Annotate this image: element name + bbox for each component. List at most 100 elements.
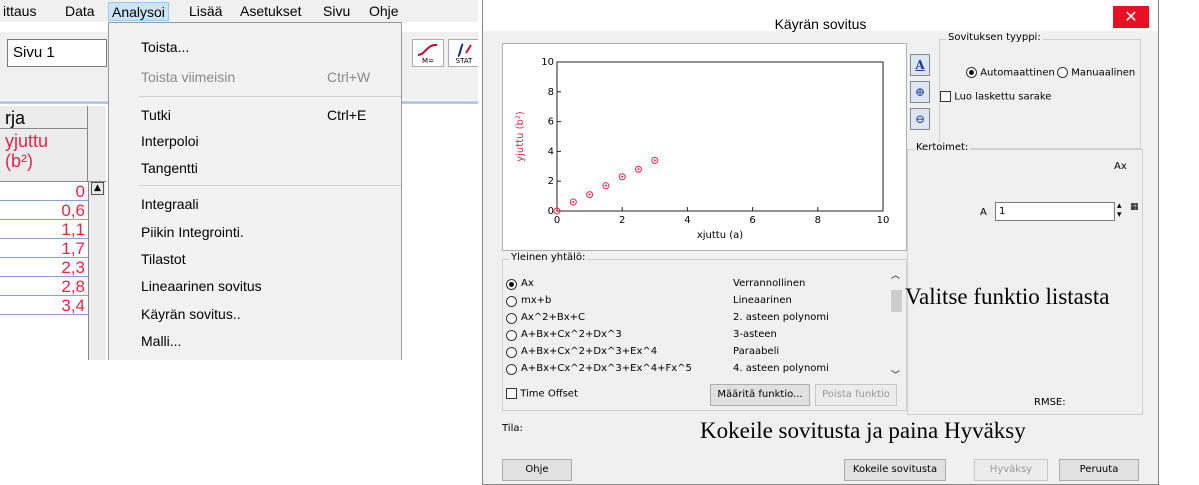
data-point-center xyxy=(653,159,656,162)
fit-type-title: Sovituksen tyyppi: xyxy=(946,32,1043,43)
equation-row[interactable]: mx+b Lineaarinen xyxy=(503,293,888,310)
time-offset-checkbox[interactable]: Time Offset xyxy=(506,388,578,400)
help-button[interactable]: Ohje xyxy=(502,459,572,481)
menu-separator xyxy=(139,96,401,97)
scroll-thumb[interactable] xyxy=(891,290,902,312)
table-cell[interactable]: 3,4 xyxy=(0,296,88,315)
try-fit-button[interactable]: Kokeile sovitusta xyxy=(844,459,946,481)
zoom-out-button[interactable]: ⊖ xyxy=(910,108,930,130)
menu-option-shortcut: Ctrl+W xyxy=(327,69,371,85)
x-tick-label: 8 xyxy=(815,215,821,226)
y-tick-label: 0 xyxy=(548,206,554,217)
zoom-in-button[interactable]: ⊕ xyxy=(910,81,930,103)
zoom-in-icon: ⊕ xyxy=(914,85,926,99)
divider xyxy=(0,128,88,129)
create-column-label: Luo laskettu sarake xyxy=(954,91,1052,103)
menu-option-toista[interactable]: Toista... xyxy=(109,35,401,59)
menu-bar: ittaus Data Analysoi Lisää Asetukset Siv… xyxy=(0,0,478,22)
menu-option-label: Malli... xyxy=(141,333,182,349)
radio-circle-icon xyxy=(506,279,517,290)
y-tick-label: 2 xyxy=(548,176,554,187)
menu-item-sivu[interactable]: Sivu xyxy=(320,2,353,21)
table-cell[interactable]: 2,3 xyxy=(0,258,88,277)
menu-item-asetukset[interactable]: Asetukset xyxy=(237,2,304,21)
table-cell[interactable]: 0,6 xyxy=(0,201,88,220)
page-select[interactable]: Sivu 1 xyxy=(7,39,107,67)
menu-option-tilastot[interactable]: Tilastot xyxy=(109,247,401,271)
table-scrollbar[interactable]: ▲ xyxy=(88,182,106,360)
menu-option-integraali[interactable]: Integraali xyxy=(109,192,401,216)
menu-option-interpoloi[interactable]: Interpoloi xyxy=(109,129,401,153)
menu-option-malli[interactable]: Malli... xyxy=(109,329,401,353)
data-table: rja yjuttu (b²) 0 0,6 1,1 1,7 2,3 2,8 3,… xyxy=(0,106,110,360)
equation-row[interactable]: A+Bx+Cx^2+Dx^3+Ex^4+Fx^5 4. asteen polyn… xyxy=(503,361,888,378)
curve-fit-dialog: Käyrän sovitus ✕ 0 2 4 6 8 10 0 2 4 6 8 10 xjuttu (a… xyxy=(482,0,1159,485)
menu-option-label: Lineaarinen sovitus xyxy=(141,278,262,294)
equation-formula: A+Bx+Cx^2+Dx^3 xyxy=(521,329,622,340)
equation-formula: A+Bx+Cx^2+Dx^3+Ex^4+Fx^5 xyxy=(521,363,692,374)
graph-tools: A ⊕ ⊖ xyxy=(910,54,932,135)
equation-name: 4. asteen polynomi xyxy=(733,363,829,374)
table-cell[interactable]: 0 xyxy=(0,182,88,201)
close-button[interactable]: ✕ xyxy=(1113,6,1149,28)
param-value-input[interactable] xyxy=(995,202,1115,221)
create-column-checkbox[interactable]: Luo laskettu sarake xyxy=(940,91,1051,103)
radio-circle-icon xyxy=(506,347,517,358)
cancel-button[interactable]: Peruuta xyxy=(1059,459,1139,481)
radio-manual[interactable]: Manuaalinen xyxy=(1057,67,1135,79)
equation-row[interactable]: A+Bx+Cx^2+Dx^3 3-asteen xyxy=(503,327,888,344)
column-label: yjuttu (b²) xyxy=(5,131,48,171)
column-header[interactable]: rja yjuttu (b²) xyxy=(0,106,88,182)
analysoi-dropdown: Toista... Toista viimeisin Ctrl+W Tutki … xyxy=(108,22,402,360)
menu-option-label: Interpoloi xyxy=(141,133,199,149)
menu-option-toista-viimeisin[interactable]: Toista viimeisin Ctrl+W xyxy=(109,65,401,89)
menu-option-piikin-integrointi[interactable]: Piikin Integrointi. xyxy=(109,220,401,244)
dialog-titlebar[interactable]: Käyrän sovitus ✕ xyxy=(483,0,1158,32)
menu-option-tutki[interactable]: Tutki Ctrl+E xyxy=(109,103,401,127)
scroll-up-icon[interactable]: ▲ xyxy=(91,182,104,195)
equation-name: Paraabeli xyxy=(733,346,780,357)
equation-row[interactable]: Ax^2+Bx+C 2. asteen polynomi xyxy=(503,310,888,327)
menu-option-lineaarinen-sovitus[interactable]: Lineaarinen sovitus xyxy=(109,274,401,298)
radio-circle-icon xyxy=(966,67,977,78)
menu-option-label: Tangentti xyxy=(141,160,198,176)
autoscale-button[interactable]: A xyxy=(910,54,930,76)
fit-graph[interactable]: 0 2 4 6 8 10 0 2 4 6 8 10 xjuttu (a) yjuttu (b²) xyxy=(502,43,907,251)
menu-option-label: Käyrän sovitus.. xyxy=(141,306,241,322)
radio-circle-icon xyxy=(506,296,517,307)
table-cell[interactable]: 1,7 xyxy=(0,239,88,258)
equation-row[interactable]: Ax Verrannollinen xyxy=(503,276,888,293)
column-header-filler xyxy=(88,106,106,182)
menu-item-mittaus[interactable]: ittaus xyxy=(0,2,39,21)
menu-item-data[interactable]: Data xyxy=(62,2,98,21)
chevron-up-icon[interactable]: ︿ xyxy=(891,268,900,281)
define-function-button[interactable]: Määritä funktio... xyxy=(710,384,810,406)
menu-item-ohje[interactable]: Ohje xyxy=(366,2,402,21)
menu-option-tangentti[interactable]: Tangentti xyxy=(109,156,401,180)
table-cell[interactable]: 1,1 xyxy=(0,220,88,239)
radio-circle-icon xyxy=(506,330,517,341)
radio-automatic[interactable]: Automaattinen xyxy=(966,67,1055,79)
equation-formula: A+Bx+Cx^2+Dx^3+Ex^4 xyxy=(521,346,658,357)
table-cell[interactable]: 2,8 xyxy=(0,277,88,296)
param-lock-icon[interactable]: ▦ xyxy=(1130,202,1139,212)
menu-option-kayran-sovitus[interactable]: Käyrän sovitus.. xyxy=(109,302,401,326)
radio-manual-label: Manuaalinen xyxy=(1071,67,1136,79)
menu-item-lisaa[interactable]: Lisää xyxy=(186,2,225,21)
equation-scrollbar[interactable]: ︿ ﹀ xyxy=(888,266,905,384)
general-equation-group: Yleinen yhtälö: Ax Verrannollinen mx+b L… xyxy=(502,252,907,411)
stat-button[interactable]: STAT xyxy=(448,39,478,67)
time-offset-label: Time Offset xyxy=(520,388,578,400)
data-point-center xyxy=(556,210,558,212)
equation-row[interactable]: A+Bx+Cx^2+Dx^3+Ex^4 Paraabeli xyxy=(503,344,888,361)
param-spinner[interactable]: ▴ ▾ xyxy=(1117,202,1122,220)
radio-circle-icon xyxy=(506,313,517,324)
model-button-label: M= xyxy=(422,57,434,65)
equation-name: Lineaarinen xyxy=(733,295,792,306)
menu-item-analysoi[interactable]: Analysoi xyxy=(108,2,169,21)
remove-function-button[interactable]: Poista funktio xyxy=(815,384,897,406)
model-button[interactable]: M= xyxy=(412,39,444,67)
accept-button[interactable]: Hyväksy xyxy=(974,459,1048,481)
data-point-center xyxy=(604,184,607,187)
chevron-down-icon[interactable]: ﹀ xyxy=(891,368,900,381)
